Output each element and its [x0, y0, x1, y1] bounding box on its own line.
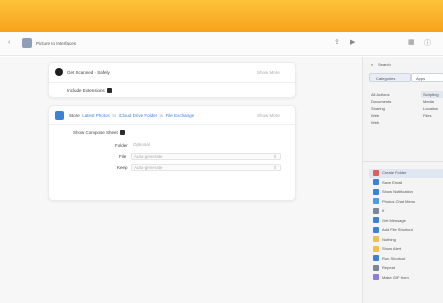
action-list-item[interactable]: Run Shortcut — [373, 255, 405, 263]
toggle-row[interactable]: Show Compose Sheet — [73, 130, 125, 136]
action-list-item[interactable]: Photos Chat Menu — [373, 198, 415, 206]
stepper-icon[interactable]: ⇕ — [273, 154, 277, 160]
divider — [49, 82, 295, 83]
action-label: Add File Shortcut — [382, 227, 413, 232]
card-sentence: Store Latest Photos to iCloud Drive Fold… — [69, 113, 194, 118]
top-banner — [0, 0, 443, 32]
folder-field[interactable]: Optional — [131, 142, 281, 149]
preposition: to — [112, 113, 117, 118]
show-more-link[interactable]: Show More — [257, 113, 280, 118]
app-icon — [55, 68, 63, 76]
action-icon — [373, 274, 379, 281]
folder-icon — [55, 111, 64, 120]
title-bar: ‹ Picture to Interfaces ⇪ ▶ ▦ ⓘ — [0, 32, 443, 56]
action-list-item[interactable]: Add File Shortcut — [373, 226, 413, 234]
target-token[interactable]: iCloud Drive Folder — [119, 113, 158, 118]
action-library: ⌕ Search Categories Apps All Actions Doc… — [362, 57, 443, 303]
action-icon — [373, 207, 379, 214]
input-token[interactable]: Latest Photos — [82, 113, 110, 118]
action-icon — [373, 226, 379, 233]
action-label: Show Notification — [382, 189, 413, 194]
category-item[interactable]: Files — [423, 113, 431, 118]
action-icon — [373, 236, 379, 243]
action-icon — [373, 169, 379, 176]
search-icon[interactable]: ⌕ — [371, 62, 373, 67]
location-token[interactable]: File Exchange — [166, 113, 195, 118]
action-icon — [373, 198, 379, 205]
search-input[interactable]: Search — [378, 62, 391, 67]
field-label: Keep — [117, 165, 128, 170]
action-list-item[interactable]: Show Notification — [373, 188, 413, 196]
category-item[interactable]: Media — [423, 99, 434, 104]
action-list-item[interactable]: Nothing — [373, 236, 396, 244]
action-card-get[interactable]: Get Scanned · Safely Show More Include E… — [48, 62, 296, 98]
action-list-item[interactable]: Save Email — [373, 179, 402, 187]
category-item[interactable]: Documents — [371, 99, 391, 104]
tab-apps[interactable]: Apps — [411, 73, 443, 82]
action-list-item[interactable]: Show Alert — [373, 245, 401, 253]
preposition: in — [159, 113, 164, 118]
toggle-row[interactable]: Include Extensions — [67, 88, 112, 94]
action-label: Repeat — [382, 265, 395, 270]
action-icon — [373, 217, 379, 224]
category-item[interactable]: Scripting — [423, 92, 439, 97]
info-icon[interactable]: ⓘ — [424, 38, 431, 48]
file-field[interactable]: Auto-generate ⇕ — [131, 153, 281, 160]
category-item[interactable]: Sharing — [371, 106, 385, 111]
action-label: Save Email — [382, 179, 403, 185]
toggle-label: Include Extensions — [67, 88, 105, 93]
share-icon[interactable]: ⇪ — [334, 38, 340, 46]
divider — [363, 161, 443, 162]
field-label: File — [119, 154, 127, 159]
action-icon — [373, 264, 379, 271]
action-list-item[interactable]: If — [373, 207, 384, 215]
checkbox-icon[interactable] — [119, 130, 125, 136]
category-item[interactable]: Web — [371, 120, 379, 125]
field-placeholder: Optional — [133, 142, 150, 147]
category-item[interactable]: Location — [423, 106, 438, 111]
action-list-item[interactable]: Get Message — [373, 217, 406, 225]
action-label: Run Shortcut — [382, 255, 406, 261]
verb: Store — [69, 113, 80, 118]
action-icon — [373, 188, 379, 195]
tab-label: Categories — [376, 75, 396, 81]
action-list-item[interactable]: Create Folder — [373, 169, 406, 177]
action-label: Photos Chat Menu — [382, 198, 416, 204]
window-title: Picture to Interfaces — [36, 41, 77, 46]
checkbox-icon[interactable] — [106, 88, 112, 94]
keep-field[interactable]: Auto-generate ⇕ — [131, 164, 281, 171]
editor-canvas: Get Scanned · Safely Show More Include E… — [0, 57, 362, 303]
tab-label: Apps — [416, 75, 426, 81]
field-label: Folder — [115, 143, 128, 148]
toggle-label: Show Compose Sheet — [73, 130, 118, 135]
document-icon — [22, 38, 32, 48]
action-icon — [373, 255, 379, 262]
category-item[interactable]: All Actions — [371, 92, 389, 97]
category-item[interactable]: Web — [371, 113, 379, 118]
action-label: Show Alert — [382, 246, 402, 251]
run-icon[interactable]: ▶ — [350, 38, 355, 46]
action-list-item[interactable]: Make GIF from — [373, 274, 409, 282]
tab-categories[interactable]: Categories — [369, 73, 411, 82]
sidebar-toggle-icon[interactable]: ‹ — [8, 39, 10, 46]
action-card-store[interactable]: Store Latest Photos to iCloud Drive Fold… — [48, 105, 296, 201]
action-label: Create Folder — [382, 170, 407, 175]
card-title: Get Scanned · Safely — [67, 70, 110, 75]
action-label: Nothing — [382, 236, 396, 242]
show-more-link[interactable]: Show More — [257, 70, 280, 75]
field-placeholder: Auto-generate — [134, 165, 163, 170]
action-label: Get Message — [382, 217, 406, 223]
stepper-icon[interactable]: ⇕ — [273, 165, 277, 171]
action-icon — [373, 179, 379, 186]
action-label: Make GIF from — [382, 274, 409, 280]
action-list-item[interactable]: Repeat — [373, 264, 395, 272]
action-icon — [373, 245, 379, 252]
action-label: If — [382, 208, 385, 213]
library-icon[interactable]: ▦ — [408, 38, 415, 46]
field-placeholder: Auto-generate — [134, 154, 163, 159]
divider — [49, 124, 295, 125]
